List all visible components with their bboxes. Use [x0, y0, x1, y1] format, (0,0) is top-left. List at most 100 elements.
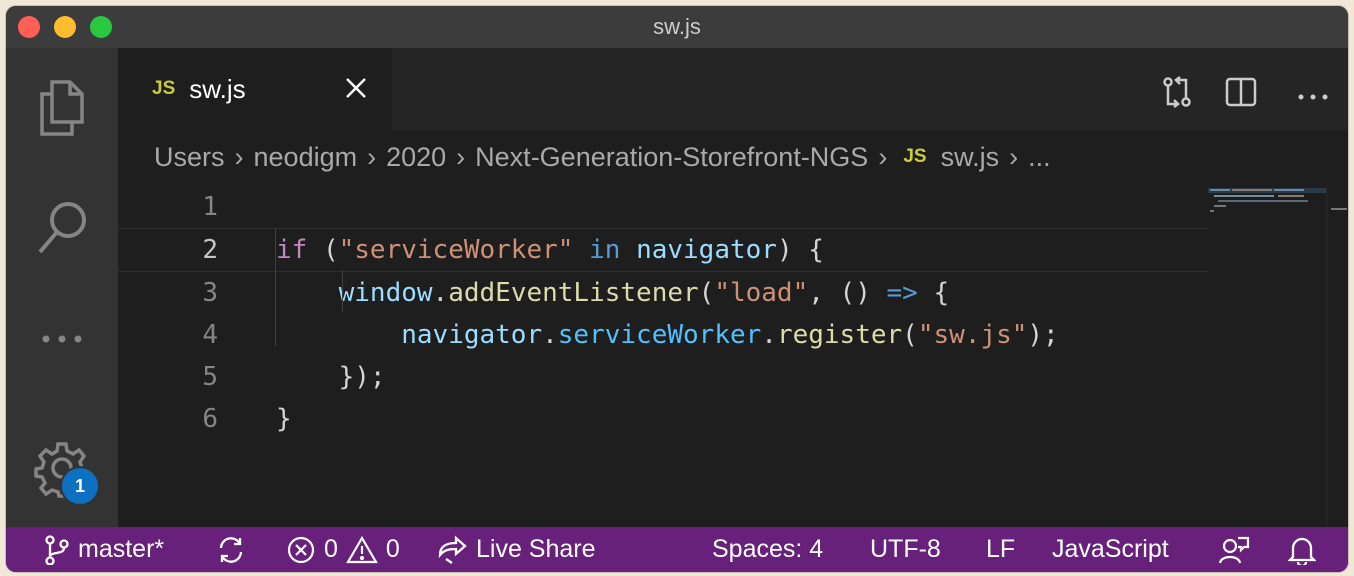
- code-text: if ("serviceWorker" in navigator) {: [276, 229, 824, 271]
- feedback-button[interactable]: [1218, 527, 1258, 572]
- minimize-window-button[interactable]: [54, 16, 76, 38]
- code-token: });: [276, 362, 386, 392]
- code-editor[interactable]: 1 2 if ("serviceWorker" in navigator) {3 w…: [118, 186, 1208, 440]
- breadcrumb-item-file[interactable]: sw.js: [941, 142, 1000, 173]
- chevron-right-icon: ›: [878, 141, 888, 172]
- eol-selector[interactable]: LF: [986, 527, 1015, 572]
- encoding-label: UTF-8: [870, 535, 941, 563]
- code-token: .: [432, 278, 449, 308]
- indent-guide: [275, 228, 276, 346]
- problems-indicator[interactable]: 0 0: [286, 527, 400, 572]
- tab-sw-js[interactable]: JS sw.js: [118, 48, 392, 130]
- eol-label: LF: [986, 535, 1016, 563]
- more-icon[interactable]: [32, 332, 92, 346]
- error-count: 0: [324, 535, 338, 563]
- vertical-scrollbar[interactable]: [1326, 186, 1347, 527]
- code-token: addEventListener: [448, 278, 699, 308]
- title-bar: sw.js: [6, 6, 1348, 48]
- chevron-right-icon: ›: [1009, 141, 1019, 172]
- code-token: .: [761, 320, 777, 350]
- code-token: ) {: [776, 235, 824, 265]
- line-number: 3: [202, 278, 218, 308]
- code-token: if: [276, 235, 308, 265]
- code-line[interactable]: 5 });: [118, 356, 1208, 398]
- chevron-right-icon: ›: [367, 141, 377, 172]
- indent-guide: [342, 270, 343, 312]
- status-bar: master* 0 0 Live Share Spaces: 4 UTF-8 L…: [6, 527, 1348, 572]
- more-actions-icon[interactable]: [1296, 88, 1330, 106]
- branch-name: master*: [78, 535, 165, 563]
- code-token: =>: [886, 278, 918, 308]
- activity-bar: 1: [6, 48, 118, 527]
- language-selector[interactable]: JavaScript: [1052, 527, 1169, 572]
- notifications-button[interactable]: [1288, 527, 1324, 572]
- line-number: 4: [202, 320, 218, 350]
- code-line[interactable]: 6}: [118, 398, 1208, 440]
- code-text: });: [276, 356, 386, 398]
- encoding-selector[interactable]: UTF-8: [870, 527, 941, 572]
- indentation-selector[interactable]: Spaces: 4: [712, 527, 823, 572]
- code-token: window: [338, 278, 433, 308]
- code-text: window.addEventListener("load", () => {: [276, 272, 950, 314]
- line-number: 2: [202, 235, 218, 265]
- code-token: (: [307, 235, 339, 265]
- code-token: .: [542, 320, 558, 350]
- code-text: }: [276, 398, 292, 440]
- tab-bar: JS sw.js: [118, 48, 1348, 130]
- sync-icon: [219, 536, 243, 563]
- breadcrumb-more[interactable]: ...: [1028, 142, 1051, 173]
- code-token: );: [1027, 320, 1059, 350]
- breadcrumb-item-neodigm[interactable]: neodigm: [254, 142, 358, 173]
- sync-button[interactable]: [216, 527, 254, 572]
- code-line[interactable]: 3 window.addEventListener("load", () => …: [118, 272, 1208, 314]
- chevron-right-icon: ›: [456, 141, 466, 172]
- live-share-label: Live Share: [476, 535, 596, 563]
- live-share-button[interactable]: Live Share: [436, 527, 596, 572]
- code-text: navigator.serviceWorker.register("sw.js"…: [276, 314, 1059, 356]
- minimap[interactable]: [1208, 186, 1326, 216]
- warning-count: 0: [385, 535, 400, 563]
- feedback-icon: [1218, 536, 1250, 563]
- code-token: , (): [808, 278, 887, 308]
- scroll-position-marker: [1331, 208, 1347, 210]
- code-token: in: [589, 235, 621, 265]
- breadcrumb-item-users[interactable]: Users: [154, 142, 225, 173]
- close-icon[interactable]: [344, 76, 368, 105]
- code-line[interactable]: 1: [118, 186, 1208, 228]
- window-title: sw.js: [653, 14, 701, 39]
- line-number: 1: [202, 192, 218, 222]
- settings-badge: 1: [60, 466, 100, 506]
- files-icon[interactable]: [32, 76, 88, 140]
- code-line[interactable]: 4 navigator.serviceWorker.register("sw.j…: [118, 314, 1208, 356]
- bell-icon: [1288, 537, 1316, 565]
- open-changes-icon[interactable]: [1160, 76, 1194, 113]
- code-token: (: [902, 320, 918, 350]
- language-label: JavaScript: [1052, 535, 1169, 563]
- code-line[interactable]: 2 if ("serviceWorker" in navigator) {: [118, 228, 1208, 272]
- zoom-window-button[interactable]: [90, 16, 112, 38]
- code-token: "sw.js": [917, 320, 1028, 350]
- search-icon[interactable]: [32, 196, 92, 260]
- indentation-label: Spaces: 4: [712, 535, 824, 563]
- close-window-button[interactable]: [18, 16, 40, 38]
- code-token: register: [776, 320, 903, 350]
- error-icon: [287, 536, 315, 563]
- breadcrumb: Users › neodigm › 2020 › Next-Generation…: [118, 134, 1234, 180]
- branch-indicator[interactable]: master*: [44, 527, 164, 572]
- js-file-icon: JS: [152, 78, 176, 99]
- breadcrumb-item-2020[interactable]: 2020: [386, 142, 446, 173]
- code-token: "serviceWorker": [338, 235, 574, 265]
- editor-area: JS sw.js Users › neodigm › 2020 › Next-G…: [118, 48, 1348, 527]
- code-token: navigator: [636, 235, 777, 265]
- breadcrumb-item-project[interactable]: Next-Generation-Storefront-NGS: [475, 142, 868, 173]
- split-editor-icon[interactable]: [1224, 76, 1258, 113]
- line-number: 5: [202, 362, 218, 392]
- editor-window: sw.js 1 JS sw.js Users › neodigm › 2020 …: [6, 6, 1348, 572]
- chevron-right-icon: ›: [234, 141, 244, 172]
- code-token: {: [917, 278, 950, 308]
- git-branch-icon: [45, 534, 69, 565]
- js-file-icon: JS: [903, 146, 927, 167]
